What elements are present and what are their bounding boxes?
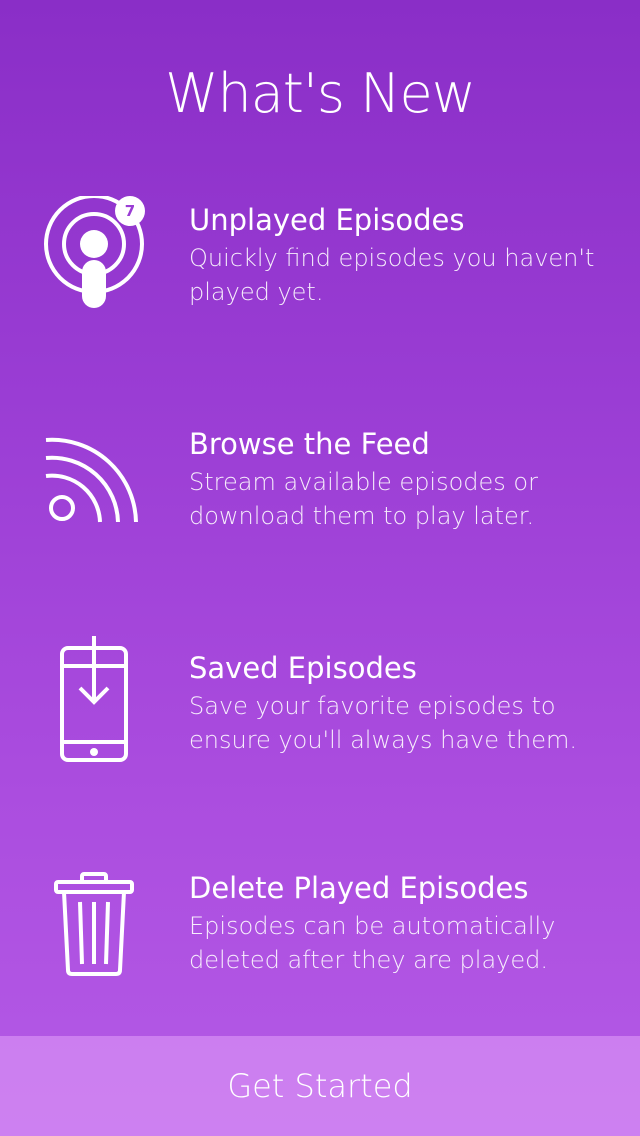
feature-heading: Unplayed Episodes bbox=[189, 203, 465, 237]
get-started-label: Get Started bbox=[227, 1067, 413, 1105]
feature-heading: Delete Played Episodes bbox=[189, 871, 529, 905]
whats-new-screen: What's New 7 Unplayed Episodes Quickly f… bbox=[0, 0, 640, 1136]
get-started-button[interactable]: Get Started bbox=[0, 1036, 640, 1136]
unplayed-count-badge: 7 bbox=[124, 202, 136, 220]
feature-browse-feed: Browse the Feed Stream available episode… bbox=[0, 426, 640, 576]
trash-icon bbox=[36, 870, 152, 1000]
feature-unplayed-episodes: 7 Unplayed Episodes Quickly find episode… bbox=[0, 196, 640, 346]
feature-heading: Browse the Feed bbox=[189, 427, 430, 461]
feature-description: Save your favorite episodes to ensure yo… bbox=[189, 692, 578, 754]
feature-description: Episodes can be automatically deleted af… bbox=[189, 912, 556, 974]
podcast-icon: 7 bbox=[36, 196, 152, 326]
feature-heading: Saved Episodes bbox=[189, 651, 417, 685]
page-title: What's New bbox=[165, 62, 476, 125]
feature-saved-episodes: Saved Episodes Save your favorite episod… bbox=[0, 632, 640, 782]
feature-description: Stream available episodes or download th… bbox=[189, 468, 538, 530]
feature-delete-played: Delete Played Episodes Episodes can be a… bbox=[0, 870, 640, 1020]
feed-icon bbox=[36, 426, 152, 556]
phone-download-icon bbox=[36, 632, 152, 762]
feature-description: Quickly find episodes you haven't played… bbox=[189, 244, 595, 306]
